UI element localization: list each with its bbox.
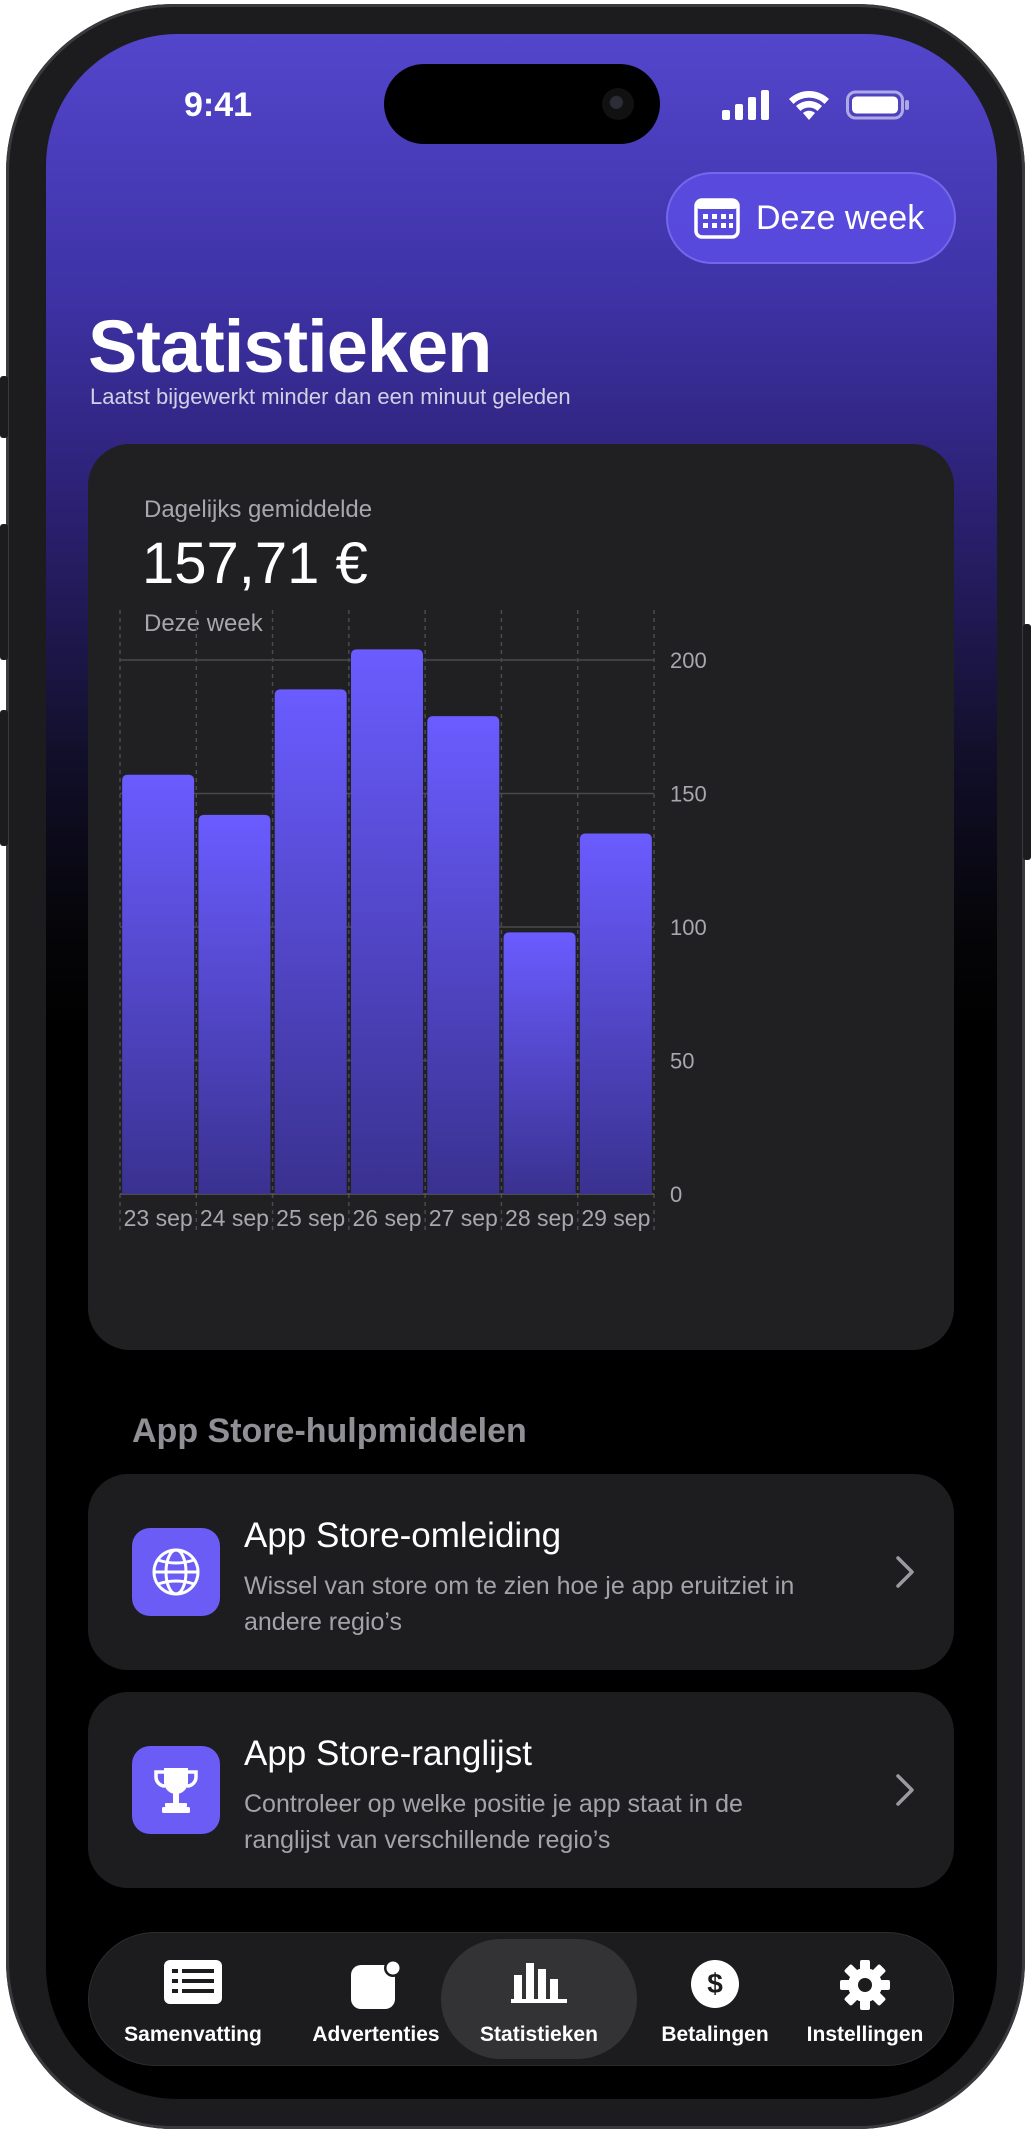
- tab-label: Instellingen: [806, 2023, 924, 2046]
- gear-icon: [840, 1960, 890, 2010]
- chart-bar: [122, 774, 195, 1194]
- app-badge-icon: [351, 1959, 402, 2009]
- page-title: Statistieken: [88, 305, 492, 388]
- x-tick-label: 24 sep: [200, 1205, 269, 1231]
- dynamic-island: [384, 64, 660, 144]
- globe-icon: [132, 1528, 220, 1616]
- tab-bar: Samenvatting Advertenties Statistieken $…: [88, 1932, 954, 2066]
- period-selector-label: Deze week: [756, 198, 925, 237]
- tool-title: App Store-omleiding: [244, 1516, 562, 1555]
- tab-settings[interactable]: Instellingen: [785, 1933, 945, 2067]
- x-tick-label: 25 sep: [276, 1205, 345, 1231]
- calendar-icon: [694, 198, 740, 239]
- power-button: [1023, 624, 1031, 860]
- x-tick-label: 29 sep: [581, 1205, 650, 1231]
- tab-ads[interactable]: Advertenties: [289, 1933, 463, 2067]
- wifi-icon: [789, 91, 829, 120]
- y-tick-label: 150: [670, 782, 707, 807]
- chevron-right-icon: [896, 1774, 914, 1806]
- y-tick-label: 200: [670, 648, 707, 673]
- tab-payments[interactable]: $ Betalingen: [645, 1933, 785, 2067]
- svg-text:$: $: [707, 1968, 723, 1999]
- battery-icon: [846, 90, 909, 120]
- chevron-right-icon: [896, 1556, 914, 1588]
- x-tick-label: 26 sep: [352, 1205, 421, 1231]
- tab-label: Betalingen: [661, 2023, 769, 2046]
- y-tick-label: 0: [670, 1182, 682, 1207]
- section-title-tools: App Store-hulpmiddelen: [132, 1412, 527, 1450]
- tool-title: App Store-ranglijst: [244, 1734, 532, 1773]
- tab-summary[interactable]: Samenvatting: [101, 1933, 285, 2067]
- y-tick-label: 50: [670, 1049, 694, 1074]
- chart-bar: [351, 649, 423, 1194]
- action-button: [0, 376, 8, 438]
- status-time: 9:41: [184, 86, 253, 124]
- tab-label: Advertenties: [312, 2023, 440, 2046]
- last-updated-text: Laatst bijgewerkt minder dan een minuut …: [90, 384, 571, 409]
- chart-bar: [198, 814, 271, 1194]
- tool-description: Controleer op welke positie je app staat…: [244, 1790, 743, 1854]
- x-tick-label: 27 sep: [429, 1205, 498, 1231]
- volume-up-button: [0, 524, 8, 660]
- tool-card-ranking[interactable]: App Store-ranglijst Controleer op welke …: [88, 1692, 954, 1888]
- daily-revenue-bar-chart: 0 50 100 150 200 23 sep 24 sep 25 sep 26 sep 27 s…: [119, 610, 707, 1232]
- cellular-signal-icon: [722, 90, 769, 120]
- list-icon: [164, 1960, 222, 2004]
- dollar-icon: $: [691, 1960, 739, 2008]
- x-tick-label: 28 sep: [505, 1205, 574, 1231]
- chart-bar: [579, 833, 652, 1194]
- volume-down-button: [0, 710, 8, 846]
- phone-frame: 9:41 Deze week Statistieken Laatst bijge…: [0, 4, 1031, 2129]
- trophy-icon: [132, 1746, 220, 1834]
- chart-bar: [274, 689, 347, 1194]
- app-screen: 9:41 Deze week Statistieken Laatst bijge…: [46, 34, 997, 2099]
- camera-lens-icon: [602, 88, 634, 120]
- period-selector-button[interactable]: Deze week: [666, 172, 956, 264]
- tab-statistics[interactable]: Statistieken: [441, 1933, 637, 2067]
- chart-bar: [427, 716, 500, 1194]
- status-icons: [722, 90, 918, 124]
- chart-bar: [503, 932, 576, 1194]
- y-tick-label: 100: [670, 915, 707, 940]
- tab-label: Statistieken: [480, 2023, 598, 2046]
- tool-card-redirect[interactable]: App Store-omleiding Wissel van store om …: [88, 1474, 954, 1670]
- bar-chart-icon: [511, 1963, 567, 2003]
- tab-label: Samenvatting: [124, 2023, 262, 2046]
- x-tick-label: 23 sep: [124, 1205, 193, 1231]
- tool-description: Wissel van store om te zien hoe je app e…: [244, 1572, 795, 1636]
